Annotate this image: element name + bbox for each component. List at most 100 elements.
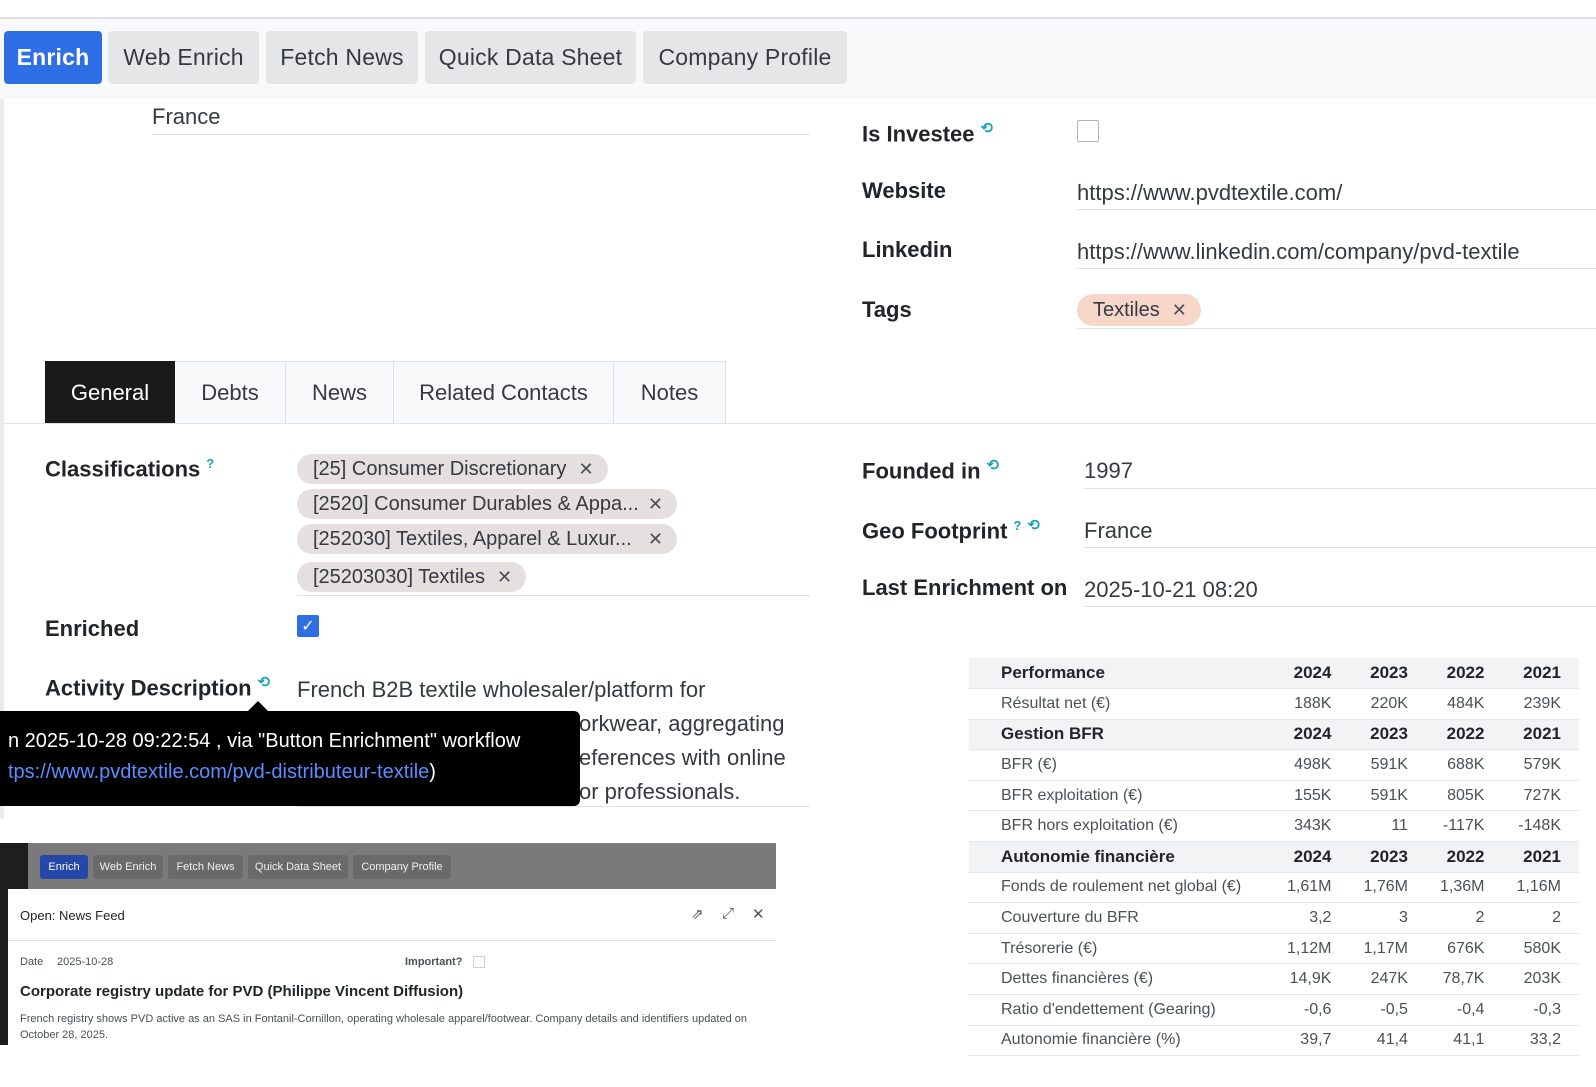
website-field[interactable]: https://www.pvdtextile.com/ (1077, 180, 1342, 206)
metric-value: 1,76M (1349, 872, 1426, 904)
external-link-icon[interactable]: ⇗ (691, 905, 704, 923)
history-icon[interactable]: ⟲ (981, 120, 994, 137)
quick-data-sheet-button[interactable]: Quick Data Sheet (425, 31, 636, 84)
activity-description-label: Activity Description ⟲ (45, 673, 270, 701)
country-underline (152, 134, 810, 135)
metric-value: 1,17M (1349, 933, 1426, 965)
close-icon[interactable]: ✕ (752, 905, 765, 923)
remove-tag-icon[interactable]: ✕ (578, 459, 593, 480)
preview-side-edge (0, 889, 8, 1045)
year-header: 2022 (1425, 719, 1503, 751)
classification-tag[interactable]: [25] Consumer Discretionary ✕ (297, 454, 608, 484)
metric-value: 78,7K (1425, 963, 1503, 996)
founded-in-text: Founded in (862, 458, 981, 484)
web-enrich-button[interactable]: Web Enrich (108, 31, 259, 84)
classification-tag[interactable]: [2520] Consumer Durables & Appa... ✕ (297, 489, 677, 519)
remove-tag-icon[interactable]: ✕ (497, 567, 512, 588)
is-investee-text: Is Investee (862, 121, 975, 147)
table-row: Trésorerie (€) 1,12M 1,17M 676K 580K (969, 933, 1579, 965)
preview-important-checkbox[interactable] (473, 956, 485, 968)
year-header: 2024 (1272, 841, 1350, 873)
metric-value: -117K (1425, 810, 1503, 843)
metric-value: 41,4 (1349, 1025, 1426, 1057)
preview-date-label: Date (20, 956, 44, 968)
preview-enrich-button[interactable]: Enrich (40, 855, 88, 879)
preview-web-enrich-button[interactable]: Web Enrich (93, 855, 163, 879)
tooltip-arrow (248, 701, 268, 711)
metric-value: 41,1 (1425, 1025, 1503, 1057)
section-title: Autonomie financière (969, 841, 1273, 873)
help-icon[interactable]: ? (206, 456, 214, 471)
metric-value: 155K (1272, 780, 1350, 812)
metric-value: 3 (1349, 902, 1426, 934)
tab-news[interactable]: News (286, 361, 394, 424)
enriched-label: Enriched (45, 616, 140, 641)
history-icon[interactable]: ⟲ (1027, 517, 1040, 534)
remove-tag-icon[interactable]: ✕ (1172, 300, 1187, 321)
last-enrichment-label: Last Enrichment on (862, 575, 1068, 600)
website-label: Website (862, 178, 946, 203)
remove-tag-icon[interactable]: ✕ (648, 529, 663, 550)
section-header-row: Autonomie financière 2024 2023 2022 2021 (969, 841, 1579, 873)
year-header: 2021 (1502, 658, 1579, 690)
metric-value: 220K (1349, 688, 1426, 720)
metric-value: 1,12M (1272, 933, 1350, 965)
notebook-tabs: General Debts News Related Contacts Note… (45, 361, 726, 424)
remove-tag-icon[interactable]: ✕ (648, 494, 663, 515)
metric-value: 14,9K (1272, 963, 1350, 996)
last-enrichment-field[interactable]: 2025-10-21 08:20 (1084, 577, 1258, 603)
classification-tag[interactable]: [25203030] Textiles ✕ (297, 562, 527, 592)
metric-value: 247K (1349, 963, 1426, 996)
country-field[interactable]: France (152, 104, 220, 130)
tab-general[interactable]: General (45, 361, 175, 424)
linkedin-field[interactable]: https://www.linkedin.com/company/pvd-tex… (1077, 239, 1520, 265)
tag-textiles[interactable]: Textiles ✕ (1077, 294, 1201, 326)
geo-footprint-label: Geo Footprint? ⟲ (862, 516, 1040, 544)
tooltip-source-link[interactable]: tps://www.pvdtextile.com/pvd-distributeu… (8, 761, 429, 783)
metric-value: -0,3 (1502, 994, 1579, 1026)
metric-value: 805K (1425, 780, 1503, 812)
financials-table: Performance 2024 2023 2022 2021 Résultat net … (969, 658, 1579, 1057)
fetch-news-button[interactable]: Fetch News (266, 31, 418, 84)
classification-tag[interactable]: [252030] Textiles, Apparel & Luxur... ✕ (297, 524, 677, 554)
year-header: 2021 (1502, 719, 1579, 751)
metric-label: Trésorerie (€) (969, 933, 1273, 965)
founded-in-field[interactable]: 1997 (1084, 458, 1133, 484)
preview-dialog-title: Open: News Feed (20, 908, 125, 923)
metric-value: 484K (1425, 688, 1503, 720)
tab-debts[interactable]: Debts (175, 361, 286, 424)
metric-value: -0,4 (1425, 994, 1503, 1026)
action-toolbar: Enrich Web Enrich Fetch News Quick Data … (0, 19, 1596, 99)
tab-notes[interactable]: Notes (614, 361, 726, 424)
history-icon[interactable]: ⟲ (258, 674, 271, 691)
metric-value: -0,5 (1349, 994, 1426, 1026)
is-investee-checkbox[interactable] (1077, 120, 1099, 142)
enriched-checkbox[interactable]: ✓ (297, 615, 319, 637)
tab-related-contacts[interactable]: Related Contacts (394, 361, 614, 424)
metric-value: 2 (1502, 902, 1579, 934)
help-icon[interactable]: ? (1013, 518, 1021, 533)
metric-value: 498K (1272, 749, 1350, 781)
company-profile-button[interactable]: Company Profile (643, 31, 847, 84)
tag-label: [2520] Consumer Durables & Appa... (313, 492, 639, 515)
metric-value: 676K (1425, 933, 1503, 965)
tab-divider (4, 423, 1596, 424)
preview-fetch-news-button[interactable]: Fetch News (168, 855, 243, 879)
linkedin-underline (1077, 268, 1596, 269)
metric-label: BFR (€) (969, 749, 1273, 781)
metric-label: Autonomie financière (%) (969, 1025, 1273, 1057)
history-icon[interactable]: ⟲ (987, 457, 1000, 474)
year-header: 2024 (1272, 658, 1350, 690)
table-row: Dettes financières (€) 14,9K 247K 78,7K 203K (969, 963, 1579, 996)
enrich-button[interactable]: Enrich (4, 31, 102, 84)
preview-quick-data-sheet-button[interactable]: Quick Data Sheet (248, 855, 348, 879)
description-line: French B2B textile wholesaler/platform f… (297, 677, 706, 702)
metric-value: 3,2 (1272, 902, 1350, 934)
preview-company-profile-button[interactable]: Company Profile (353, 855, 451, 879)
preview-left-edge (0, 843, 28, 889)
expand-icon[interactable]: ⤢ (722, 905, 734, 922)
is-investee-label: Is Investee ⟲ (862, 119, 993, 147)
preview-news-body: French registry shows PVD active as an S… (20, 1013, 748, 1041)
geo-footprint-field[interactable]: France (1084, 518, 1152, 544)
metric-value: -148K (1502, 810, 1579, 843)
